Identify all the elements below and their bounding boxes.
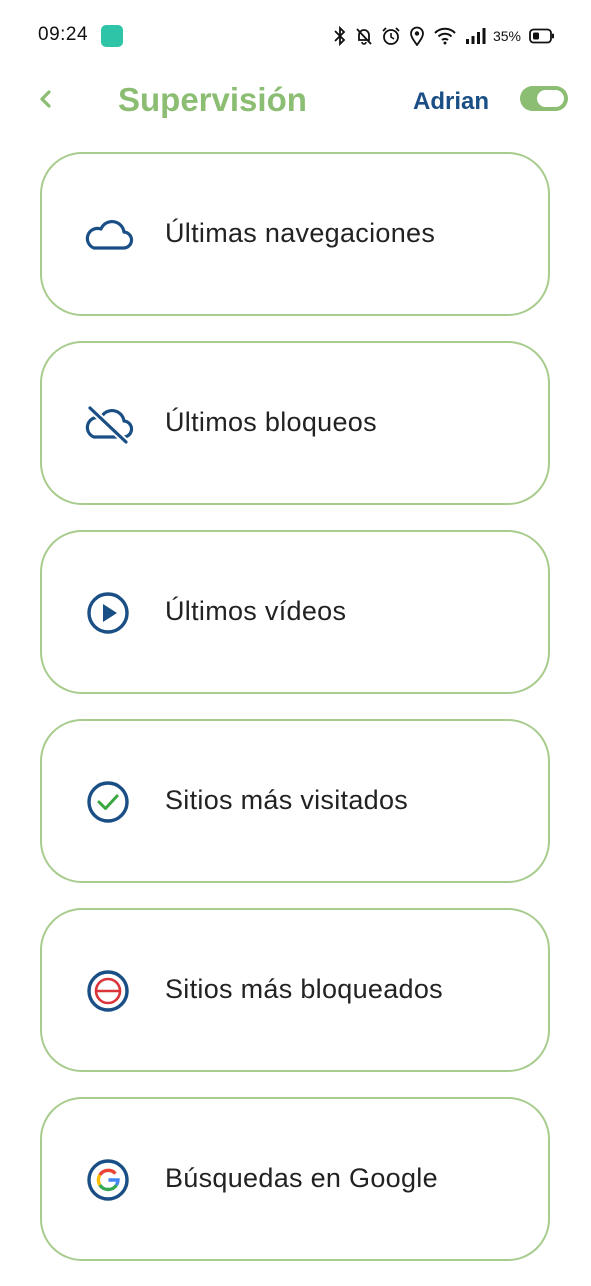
- menu-item-latest-browsing[interactable]: Últimas navegaciones: [40, 152, 550, 316]
- menu-item-label: Últimos vídeos: [165, 596, 347, 626]
- app-notification-icon: [101, 25, 123, 47]
- signal-icon: [465, 28, 486, 44]
- status-icons: 35%: [333, 24, 555, 48]
- menu-item-google-searches[interactable]: Búsquedas en Google: [40, 1097, 550, 1261]
- card-icon-wrap: [82, 213, 134, 257]
- cloud-off-icon: [85, 405, 134, 444]
- card-icon-wrap: [82, 969, 134, 1013]
- menu-item-label: Búsquedas en Google: [165, 1163, 438, 1193]
- menu-item-most-blocked[interactable]: Sitios más bloqueados: [40, 908, 550, 1072]
- play-circle-icon: [87, 592, 129, 634]
- menu-item-latest-blocks[interactable]: Últimos bloqueos: [40, 341, 550, 505]
- back-button[interactable]: [34, 84, 60, 114]
- toggle-knob: [537, 90, 564, 107]
- menu-item-most-visited[interactable]: Sitios más visitados: [40, 719, 550, 883]
- menu-list: Últimas navegaciones Últimos bloqueos Úl…: [40, 152, 550, 1286]
- card-icon-wrap: [82, 780, 134, 824]
- wifi-icon: [434, 27, 456, 45]
- menu-item-label: Sitios más visitados: [165, 785, 409, 815]
- check-circle-icon: [87, 781, 129, 823]
- menu-item-latest-videos[interactable]: Últimos vídeos: [40, 530, 550, 694]
- battery-percent: 35%: [492, 28, 521, 44]
- supervision-toggle[interactable]: [520, 86, 568, 111]
- google-icon: [87, 1159, 129, 1201]
- status-time: 09:24: [38, 24, 89, 45]
- alarm-icon: [382, 27, 400, 45]
- bluetooth-icon: [334, 26, 346, 46]
- page-title: Supervisión: [118, 81, 307, 118]
- battery-icon: [529, 28, 554, 44]
- card-icon-wrap: [82, 402, 134, 446]
- card-icon-wrap: [82, 591, 134, 635]
- menu-item-label: Sitios más bloqueados: [165, 974, 443, 1004]
- card-icon-wrap: [82, 1158, 134, 1202]
- chevron-left-icon: [40, 90, 51, 108]
- menu-item-label: Últimos bloqueos: [165, 407, 377, 437]
- app-header: Supervisión Adrian: [0, 72, 591, 132]
- blocked-circle-icon: [87, 970, 129, 1012]
- cloud-icon: [85, 219, 134, 250]
- menu-item-label: Últimas navegaciones: [165, 218, 436, 248]
- location-icon: [410, 26, 424, 46]
- status-bar: 09:24 35%: [0, 0, 591, 72]
- bell-off-icon: [356, 28, 372, 45]
- user-name[interactable]: Adrian: [413, 88, 489, 116]
